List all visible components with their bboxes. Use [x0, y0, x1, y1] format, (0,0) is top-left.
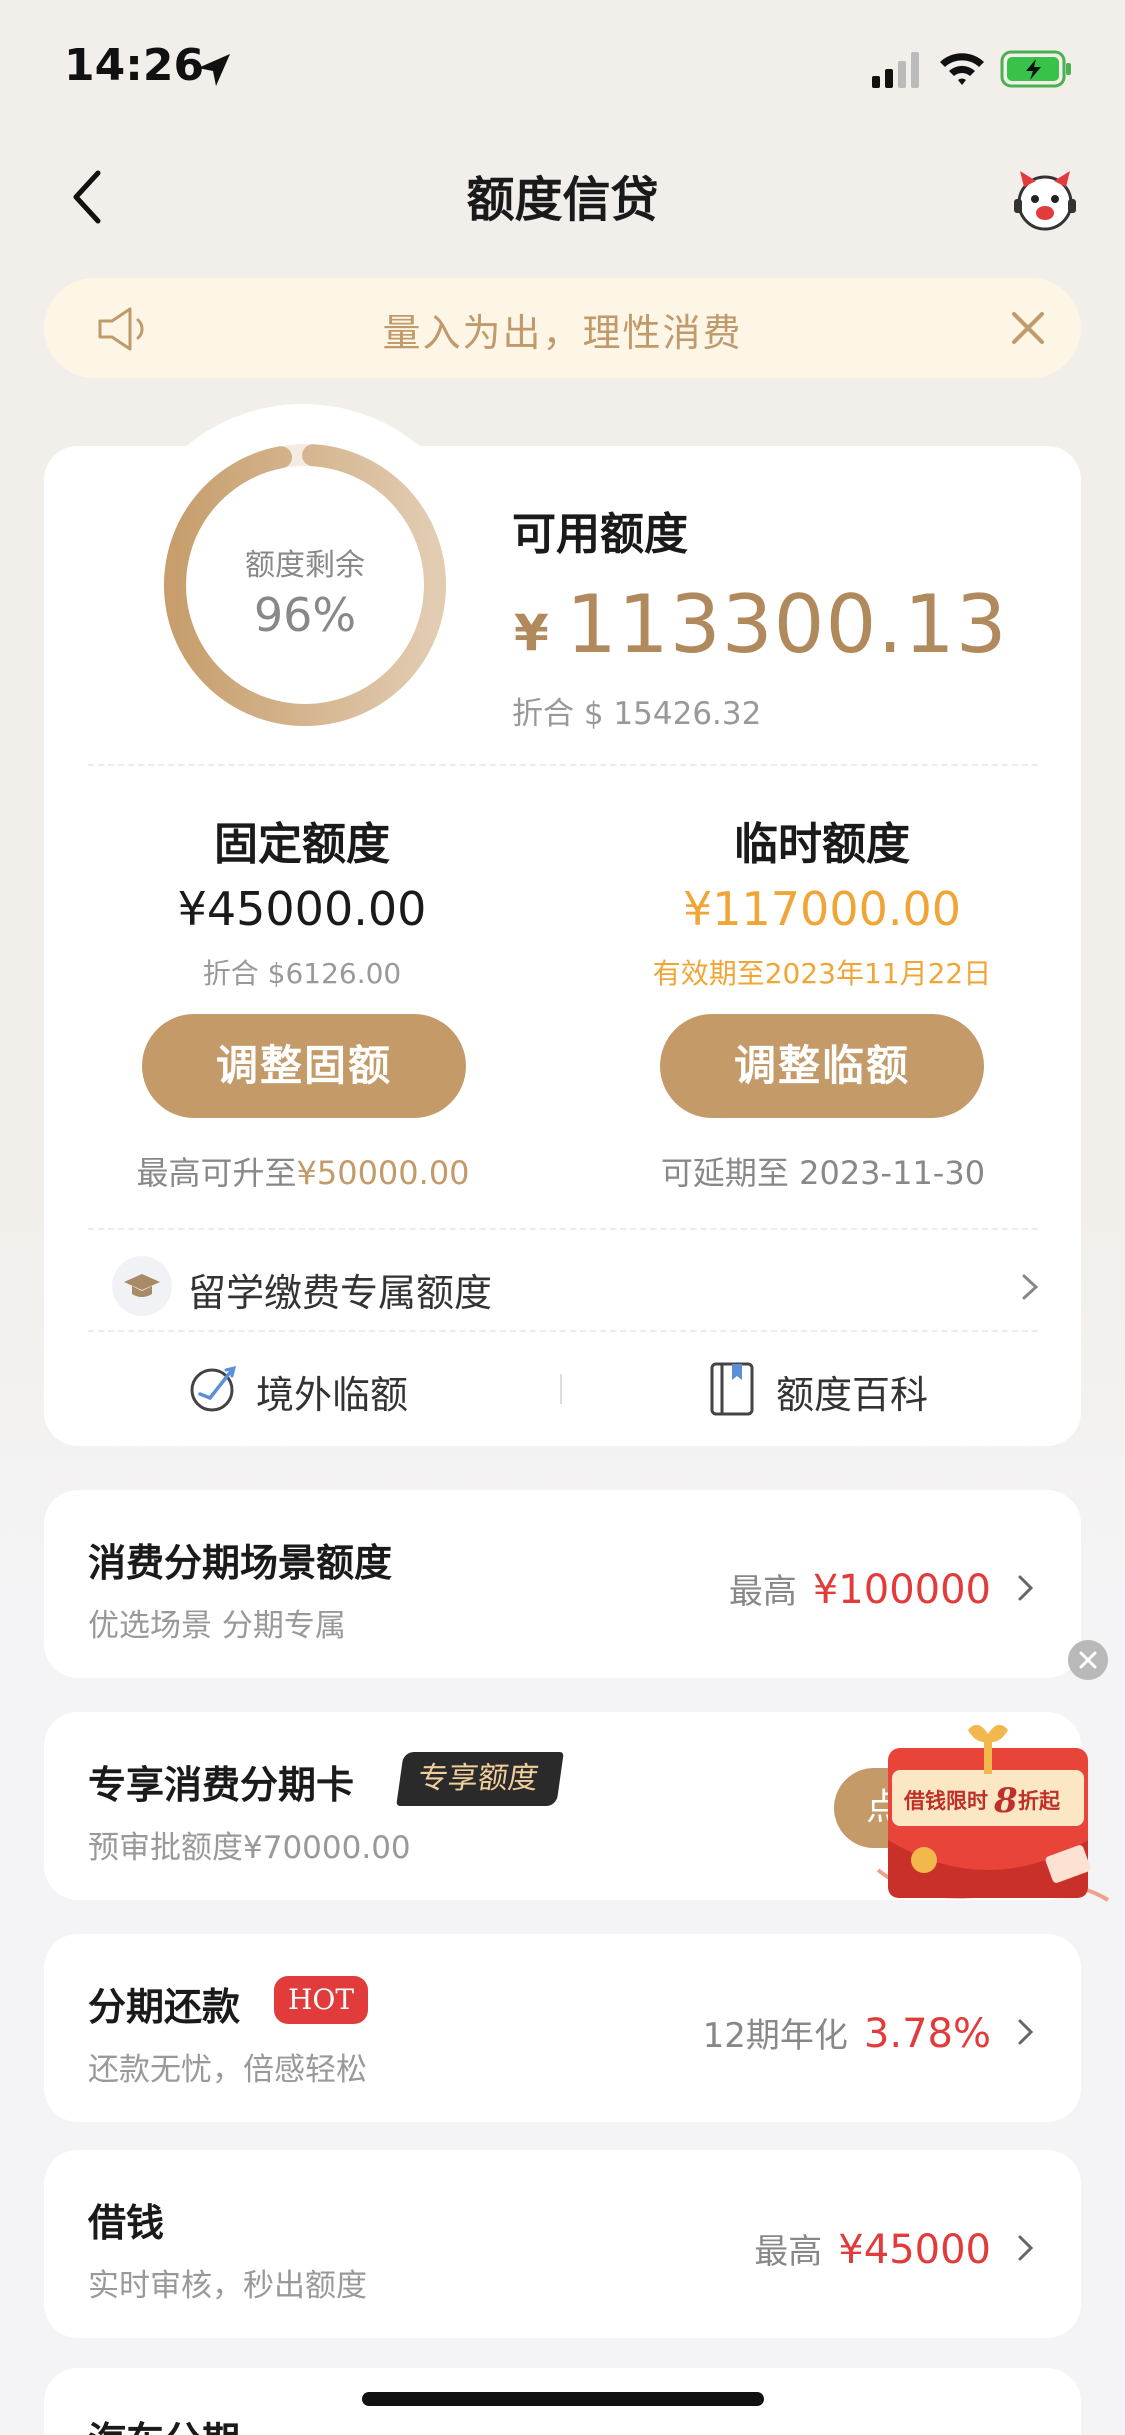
ring-label: 额度剩余 [245, 548, 365, 583]
fixed-credit-usd: 折合 $6126.00 [202, 957, 402, 990]
card-title: 汽车分期 [88, 2410, 240, 2435]
ring-percent: 96% [253, 588, 357, 642]
exclusive-credit-badge: 专享额度 [396, 1752, 564, 1806]
close-icon[interactable] [1004, 304, 1052, 352]
battery-charging-icon [1000, 50, 1071, 88]
available-credit-label: 可用额度 [512, 509, 688, 560]
rate-label: 12期年化 [702, 2016, 848, 2056]
max-note-prefix: 最高可升至 [136, 1154, 297, 1192]
available-credit-amount: 113300.13 [566, 578, 1008, 671]
temporary-credit-extend-note: 可延期至 2023-11-30 [660, 1154, 986, 1192]
max-value: ¥45000 [838, 2227, 991, 2273]
remaining-ratio-ring [164, 444, 446, 726]
temporary-credit-validity: 有效期至2023年11月22日 [652, 957, 992, 990]
graduation-cap-icon [112, 1256, 172, 1316]
chevron-right-icon [1018, 2235, 1034, 2261]
borrow-discount-promo-envelope[interactable]: 借钱限时 8 折起 [868, 1720, 1118, 1920]
vertical-separator [560, 1374, 562, 1404]
max-value: ¥100000 [812, 1567, 991, 1613]
rate-value: 3.78% [863, 2011, 991, 2057]
divider [88, 1330, 1038, 1332]
installment-repayment-card[interactable]: 分期还款 HOT 还款无忧，倍感轻松 12期年化 3.78% [44, 1934, 1081, 2122]
study-abroad-credit-label: 留学缴费专属额度 [188, 1271, 493, 1315]
status-time: 14:26 [64, 40, 205, 91]
card-title: 借钱 [88, 2201, 165, 2245]
fixed-credit-title: 固定额度 [214, 819, 390, 870]
adjust-temporary-credit-button[interactable]: 调整临额 [660, 1014, 984, 1118]
card-subtitle: 优选场景 分期专属 [88, 1608, 346, 1644]
hot-badge: HOT [274, 1976, 369, 2024]
max-note-value: ¥50000.00 [296, 1154, 470, 1192]
customer-service-mascot-icon[interactable] [1010, 165, 1080, 235]
location-arrow-icon [198, 54, 230, 86]
card-subtitle: 还款无忧，倍感轻松 [88, 2052, 367, 2088]
max-label: 最高 [728, 1572, 797, 1612]
borrow-card[interactable]: 借钱 实时审核，秒出额度 最高 ¥45000 [44, 2150, 1081, 2338]
promo-close-icon[interactable] [1068, 1640, 1108, 1680]
scene-installment-card[interactable]: 消费分期场景额度 优选场景 分期专属 最高 ¥100000 [44, 1490, 1081, 1678]
study-abroad-credit-row[interactable]: 留学缴费专属额度 [112, 1256, 1042, 1318]
available-credit-usd: 折合 $ 15426.32 [512, 696, 762, 732]
chevron-right-icon [1018, 2019, 1034, 2045]
currency-symbol: ¥ [514, 604, 549, 662]
fixed-credit-max-note: 最高可升至¥50000.00 [68, 1148, 538, 1194]
wifi-icon [940, 53, 984, 85]
card-right-info: 12期年化 3.78% [703, 2008, 991, 2057]
book-icon[interactable] [708, 1360, 758, 1418]
promo-text-number: 8 [993, 1781, 1018, 1821]
fixed-credit-amount: ¥45000.00 [177, 882, 427, 936]
notice-text: 量入为出，理性消费 [382, 311, 743, 355]
promo-text-suffix: 折起 [1018, 1788, 1061, 1813]
card-right-info: 最高 ¥45000 [754, 2224, 991, 2273]
overseas-temporary-credit-link[interactable]: 境外临额 [256, 1364, 408, 1419]
card-subtitle: 实时审核，秒出额度 [88, 2268, 367, 2304]
overseas-credit-icon[interactable] [186, 1362, 240, 1416]
temporary-credit-title: 临时额度 [734, 819, 910, 870]
card-title: 专享消费分期卡 [88, 1763, 355, 1807]
max-label: 最高 [754, 2232, 823, 2272]
card-subtitle: 预审批额度¥70000.00 [88, 1830, 411, 1866]
divider [88, 1228, 1038, 1230]
promo-text-prefix: 借钱限时 [903, 1788, 988, 1813]
credit-wiki-link[interactable]: 额度百科 [776, 1364, 928, 1419]
adjust-fixed-credit-button[interactable]: 调整固额 [142, 1014, 466, 1118]
card-title: 消费分期场景额度 [88, 1541, 393, 1585]
page-title: 额度信贷 [466, 172, 659, 228]
cellular-signal-icon [872, 52, 919, 88]
home-indicator [362, 2392, 764, 2406]
chevron-right-icon [1018, 1575, 1034, 1601]
card-title: 分期还款 [88, 1985, 241, 2029]
temporary-credit-amount: ¥117000.00 [682, 882, 962, 936]
ring-progress-arc [164, 444, 446, 726]
notice-banner: 量入为出，理性消费 [44, 278, 1081, 378]
divider [88, 764, 1038, 766]
chevron-right-icon [1022, 1274, 1039, 1300]
card-right-info: 最高 ¥100000 [729, 1564, 991, 1613]
